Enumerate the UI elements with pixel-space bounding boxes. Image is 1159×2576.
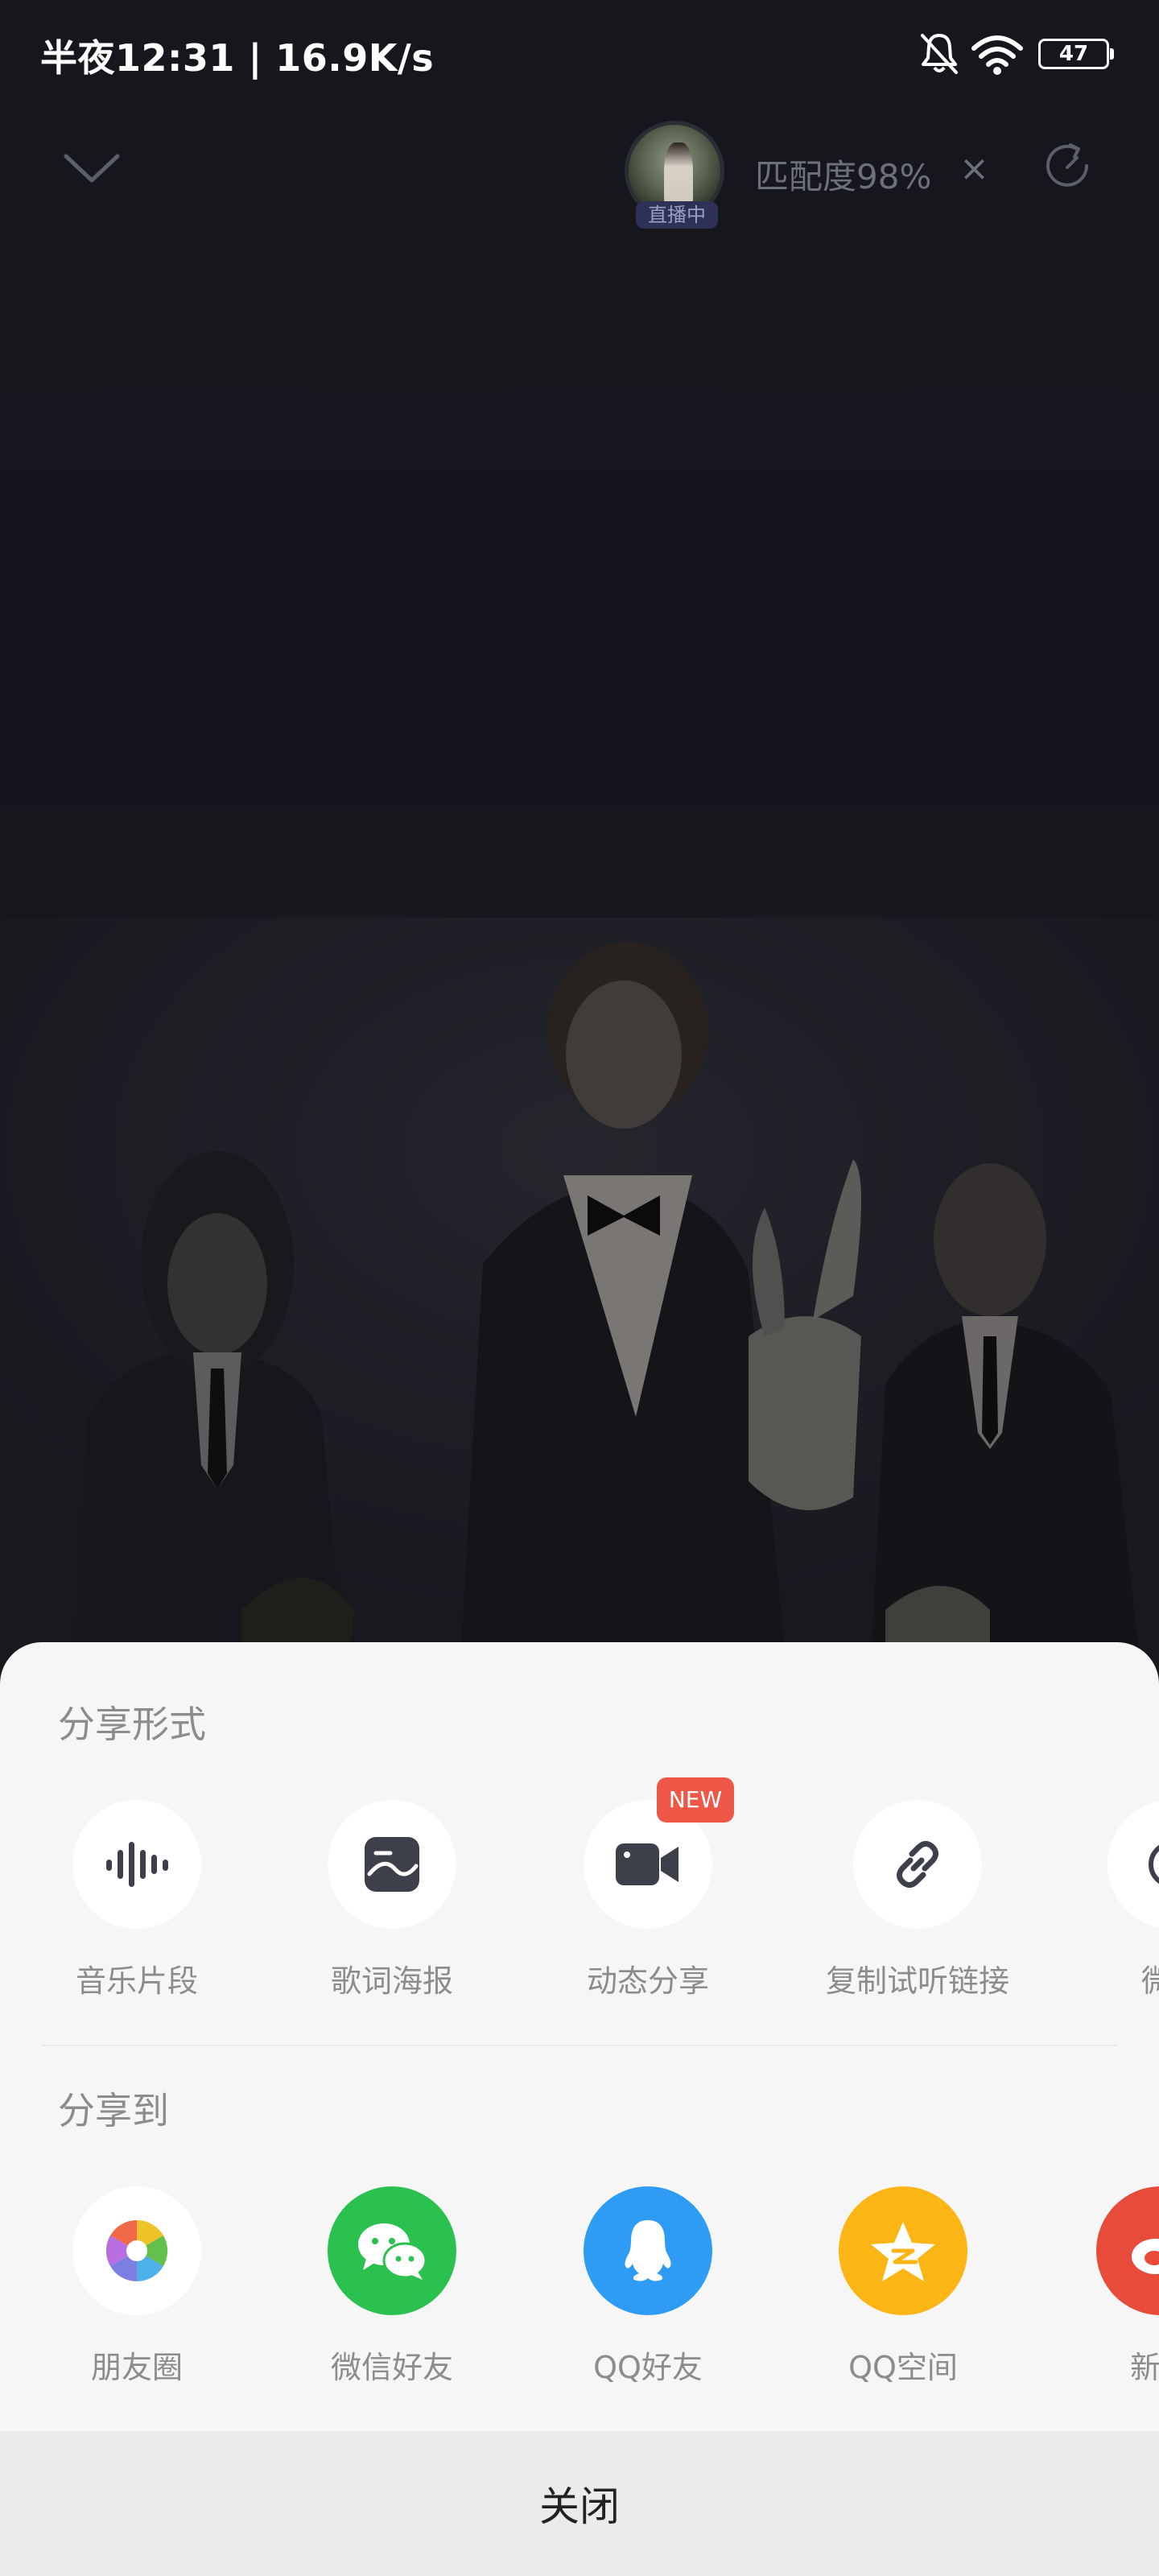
qq-button[interactable] [584, 2186, 712, 2315]
match-percentage: 匹配度98% [755, 157, 932, 196]
qq-icon [625, 2220, 671, 2281]
lyrics-poster-button[interactable] [328, 1800, 456, 1929]
battery-level: 47 [1058, 42, 1089, 66]
share-format-label: 动态分享 [586, 1963, 709, 1999]
status-icons: 47 [918, 31, 1114, 76]
close-icon[interactable]: × [959, 148, 989, 189]
share-format-wechat-partial[interactable]: 微信 [1043, 1800, 1159, 1999]
player-background [0, 0, 1159, 1690]
link-icon [897, 1840, 938, 1889]
share-format-lyrics-poster[interactable]: 歌词海报 [263, 1800, 521, 1999]
share-to-title: 分享到 [58, 2089, 169, 2132]
share-target-qzone[interactable]: QQ空间 [774, 2186, 1032, 2385]
waveform-icon [106, 1842, 168, 1887]
live-badge: 直播中 [636, 201, 718, 229]
weibo-button[interactable] [1096, 2186, 1159, 2315]
bell-muted-icon [921, 34, 958, 74]
share-target-qq[interactable]: QQ好友 [519, 2186, 777, 2385]
share-target-label: 微信好友 [330, 2350, 453, 2385]
new-badge: NEW [657, 1777, 734, 1823]
share-target-wechat[interactable]: 微信好友 [263, 2186, 521, 2385]
share-target-row: 朋友圈 微信好友 QQ好友 QQ空间 新 [0, 2186, 1159, 2385]
share-format-music-clip[interactable]: 音乐片段 [8, 1800, 266, 1999]
wechat-partial-icon [1149, 1844, 1159, 1885]
section-divider [42, 2045, 1117, 2046]
moments-icon [105, 2220, 168, 2281]
status-time: 半夜12:31 | 16.9K/s [40, 36, 435, 80]
close-button[interactable]: 关闭 [0, 2431, 1159, 2576]
live-match-pill[interactable]: 直播中 匹配度98% × [613, 121, 1016, 229]
share-format-title: 分享形式 [58, 1703, 206, 1746]
refresh-icon[interactable] [1038, 137, 1096, 195]
share-target-weibo[interactable]: 新浪 [1032, 2186, 1159, 2385]
share-format-label: 歌词海报 [330, 1963, 453, 1999]
qzone-icon [871, 2222, 935, 2281]
share-format-video-share[interactable]: 动态分享 [519, 1800, 777, 1999]
lyrics-poster-icon [365, 1837, 419, 1892]
wechat-icon [358, 2223, 427, 2280]
share-format-label: 复制试听链接 [825, 1963, 1009, 1999]
share-format-copy-link[interactable]: 复制试听链接 [789, 1800, 1046, 1999]
share-target-moments[interactable]: 朋友圈 [8, 2186, 266, 2385]
share-target-label: 朋友圈 [90, 2350, 183, 2385]
share-format-label: 音乐片段 [75, 1963, 198, 1999]
share-sheet: 分享形式 音乐片段 歌词海报 动态分享 复制试听链接 微 分享到 朋友圈 微信好… [0, 1642, 1159, 2431]
share-format-row: 音乐片段 歌词海报 动态分享 复制试听链接 微 [0, 1800, 1159, 1999]
share-target-label: QQ好友 [593, 2350, 703, 2385]
battery-icon: 47 [1038, 39, 1114, 69]
chevron-down-icon[interactable] [61, 145, 122, 190]
wifi-icon [971, 35, 1023, 75]
dim-overlay [0, 0, 1159, 1690]
qzone-button[interactable] [839, 2186, 967, 2315]
weibo-icon [1132, 2239, 1159, 2274]
wechat-format-button[interactable] [1107, 1800, 1159, 1929]
status-bar: 半夜12:31 | 16.9K/s 47 [0, 0, 1159, 105]
copy-link-button[interactable] [853, 1800, 982, 1929]
share-format-label: 微信 [1140, 1963, 1159, 1999]
share-target-label: QQ空间 [848, 2350, 958, 2385]
video-camera-icon [616, 1843, 678, 1885]
moments-button[interactable] [72, 2186, 201, 2315]
music-clip-button[interactable] [72, 1800, 201, 1929]
share-target-label: 新浪 [1129, 2350, 1159, 2385]
wechat-button[interactable] [328, 2186, 456, 2315]
